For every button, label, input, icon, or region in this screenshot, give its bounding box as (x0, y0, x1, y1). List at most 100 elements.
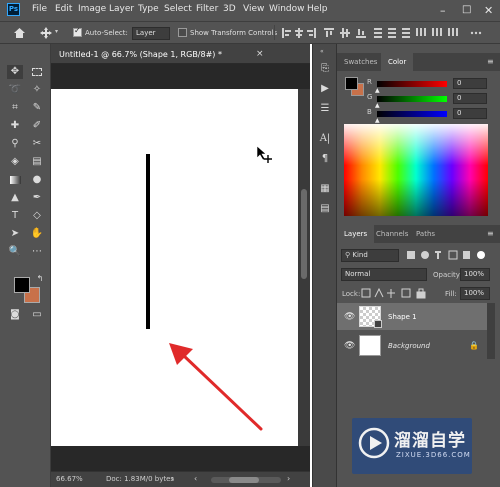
marquee-tool-icon[interactable] (29, 65, 45, 79)
horizontal-scroll-thumb[interactable] (229, 477, 259, 483)
adjustments-panel-icon[interactable]: ▤ (317, 202, 333, 216)
doc-size-info[interactable]: Doc: 1.83M/0 bytes (106, 475, 174, 483)
layers-panel-menu-icon[interactable]: ≡ (487, 229, 494, 238)
document-canvas[interactable] (51, 89, 298, 446)
paint-bucket-tool-icon[interactable]: ▤ (29, 155, 45, 169)
direct-selection-tool-icon[interactable]: ➤ (7, 227, 23, 241)
eyedropper-tool-icon[interactable]: ✎ (29, 101, 45, 115)
pen-tool-icon[interactable]: ✒ (29, 191, 45, 205)
home-icon[interactable] (13, 27, 26, 39)
quick-mask-icon[interactable]: ◙ (7, 308, 23, 322)
maximize-icon[interactable]: □ (462, 4, 471, 15)
magic-wand-tool-icon[interactable]: ✧ (29, 83, 45, 97)
blue-slider[interactable] (377, 111, 447, 117)
more-tools-icon[interactable]: ⋯ (29, 245, 45, 259)
tab-swatches[interactable]: Swatches (337, 53, 384, 71)
red-value-field[interactable]: 0 (453, 78, 487, 89)
menu-layer[interactable]: Layer (109, 4, 134, 14)
layer-row-shape1[interactable]: 👁 Shape 1 (337, 303, 487, 330)
blend-mode-dropdown[interactable]: Normal (341, 268, 427, 281)
scroll-right-icon[interactable]: › (287, 474, 290, 483)
eraser-tool-icon[interactable]: ◈ (7, 155, 23, 169)
color-panel-foreground-swatch[interactable] (345, 77, 358, 90)
character-panel-icon[interactable]: A| (317, 132, 333, 146)
canvas-pasteboard-top (51, 64, 310, 89)
healing-brush-tool-icon[interactable]: ✚ (7, 119, 23, 133)
menu-filter[interactable]: Filter (196, 4, 218, 14)
red-slider[interactable] (377, 81, 447, 87)
color-spectrum[interactable] (344, 124, 488, 216)
shape-layer-line[interactable] (146, 154, 150, 329)
minimize-icon[interactable]: – (440, 4, 446, 17)
crop-tool-icon[interactable]: ⌗ (7, 101, 23, 115)
vertical-scroll-thumb[interactable] (301, 189, 307, 279)
menu-bar: Ps File Edit Image Layer Type Select Fil… (0, 0, 500, 22)
tab-paths[interactable]: Paths (409, 225, 442, 243)
properties-panel-icon[interactable]: ☰ (317, 102, 333, 116)
tab-color[interactable]: Color (381, 53, 414, 71)
paragraph-panel-icon[interactable]: ¶ (317, 152, 333, 166)
layer-filter-kind: Kind (352, 251, 368, 259)
path-selection-tool-icon[interactable]: ◇ (29, 209, 45, 223)
panel-menu-icon[interactable]: ≡ (487, 57, 494, 66)
menu-help[interactable]: Help (307, 4, 328, 14)
menu-image[interactable]: Image (78, 4, 106, 14)
type-tool-icon[interactable]: T (7, 209, 23, 223)
close-window-icon[interactable]: ✕ (484, 4, 493, 17)
foreground-color-swatch[interactable] (14, 277, 30, 293)
auto-select-checkbox[interactable]: ✓ (73, 26, 82, 37)
history-panel-icon[interactable]: ⎘ (317, 62, 333, 76)
align-icons-group[interactable] (282, 28, 482, 39)
layer-filter-icons[interactable] (407, 250, 487, 261)
red-label: R (367, 78, 372, 86)
blue-value-field[interactable]: 0 (453, 108, 487, 119)
green-slider[interactable] (377, 96, 447, 102)
menu-file[interactable]: File (32, 4, 47, 14)
blur-tool-icon[interactable]: ● (29, 173, 45, 187)
chevron-down-icon[interactable]: ▾ (55, 28, 58, 35)
vertical-scrollbar[interactable] (298, 89, 310, 446)
green-value-field[interactable]: 0 (453, 93, 487, 104)
menu-window[interactable]: Window (269, 4, 305, 14)
dodge-tool-icon[interactable]: ▲ (7, 191, 23, 205)
menu-edit[interactable]: Edit (55, 4, 72, 14)
brush-tool-icon[interactable]: ✐ (29, 119, 45, 133)
opacity-field[interactable]: 100% (460, 268, 490, 281)
move-tool-preset-icon[interactable] (39, 26, 53, 40)
status-menu-chevron-icon[interactable]: › (171, 474, 174, 483)
menu-type[interactable]: Type (138, 4, 159, 14)
actions-panel-icon[interactable]: ▶ (317, 82, 333, 96)
hand-tool-icon[interactable]: ✋ (29, 227, 45, 241)
layer-filter-dropdown[interactable]: ⚲ Kind (341, 249, 399, 262)
layers-scrollbar[interactable] (487, 303, 495, 359)
clone-stamp-tool-icon[interactable]: ⚲ (7, 137, 23, 151)
swap-colors-icon[interactable]: ↰ (32, 272, 48, 286)
transform-controls-checkbox[interactable] (178, 28, 187, 37)
screen-mode-icon[interactable]: ▭ (29, 308, 45, 322)
close-document-icon[interactable]: × (256, 49, 264, 59)
document-tab-title: Untitled-1 @ 66.7% (Shape 1, RGB/8#) * (59, 50, 222, 59)
layer-name-shape1: Shape 1 (388, 313, 417, 321)
fill-field[interactable]: 100% (460, 287, 490, 300)
lock-icons[interactable] (361, 288, 433, 299)
gradient-tool-icon[interactable] (7, 173, 23, 187)
zoom-tool-icon[interactable]: 🔍 (7, 245, 23, 259)
scroll-left-icon[interactable]: ‹ (194, 474, 197, 483)
zoom-level[interactable]: 66.67% (56, 475, 83, 483)
menu-view[interactable]: View (243, 4, 264, 14)
visibility-eye-icon[interactable]: 👁 (344, 341, 355, 351)
menu-select[interactable]: Select (164, 4, 192, 14)
transform-controls-label: Show Transform Controls (190, 29, 278, 37)
history-brush-tool-icon[interactable]: ✂ (29, 137, 45, 151)
watermark-title: 溜溜自学 (394, 431, 466, 451)
document-tab[interactable]: Untitled-1 @ 66.7% (Shape 1, RGB/8#) * × (51, 44, 310, 64)
visibility-eye-icon[interactable]: 👁 (344, 312, 355, 322)
collapse-panels-icon[interactable]: « (320, 48, 324, 55)
auto-select-dropdown[interactable]: Layer (132, 27, 170, 40)
move-tool-icon[interactable]: ✥ (7, 65, 23, 79)
libraries-panel-icon[interactable]: ▦ (317, 182, 333, 196)
blue-slider-handle[interactable]: ▲ (375, 117, 380, 124)
layer-row-background[interactable]: 👁 Background 🔒 (337, 332, 487, 359)
lasso-tool-icon[interactable]: ➰ (7, 83, 23, 97)
menu-3d[interactable]: 3D (223, 4, 236, 14)
